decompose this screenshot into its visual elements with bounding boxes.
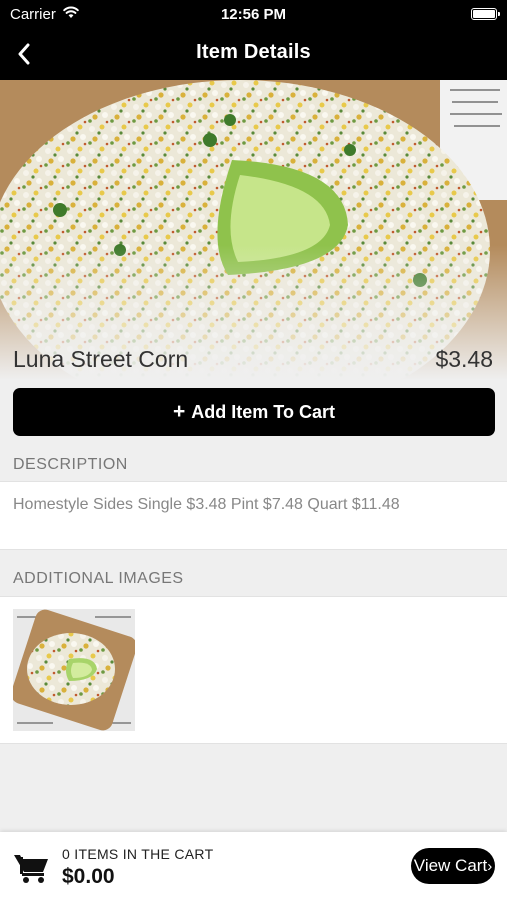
nav-bar: Item Details <box>0 28 507 80</box>
description-text: Homestyle Sides Single $3.48 Pint $7.48 … <box>13 496 400 513</box>
additional-image-thumbnail[interactable] <box>13 609 135 731</box>
plus-icon: + <box>173 400 186 423</box>
item-price: $3.48 <box>435 346 493 372</box>
chevron-right-icon: › <box>487 857 493 875</box>
add-item-label: Add Item To Cart <box>191 401 335 422</box>
view-cart-button[interactable]: View Cart › <box>411 848 495 884</box>
cart-total: $0.00 <box>62 865 115 888</box>
cart-footer: 0 ITEMS IN THE CART $0.00 View Cart › <box>0 832 507 900</box>
item-name: Luna Street Corn <box>13 346 189 372</box>
description-header: DESCRIPTION <box>13 456 128 473</box>
cart-icon <box>14 855 48 883</box>
battery-icon <box>471 8 500 20</box>
cart-item-count: 0 ITEMS IN THE CART <box>62 846 214 862</box>
clock: 12:56 PM <box>220 6 287 23</box>
description-block <box>0 481 507 550</box>
view-cart-label: View Cart <box>413 856 488 875</box>
status-bar: Carrier 12:56 PM <box>0 0 507 28</box>
page-title: Item Details <box>196 41 311 63</box>
additional-images-header: ADDITIONAL IMAGES <box>13 570 184 587</box>
add-item-to-cart-button[interactable]: + Add Item To Cart <box>13 388 495 436</box>
item-hero-image <box>0 80 507 380</box>
